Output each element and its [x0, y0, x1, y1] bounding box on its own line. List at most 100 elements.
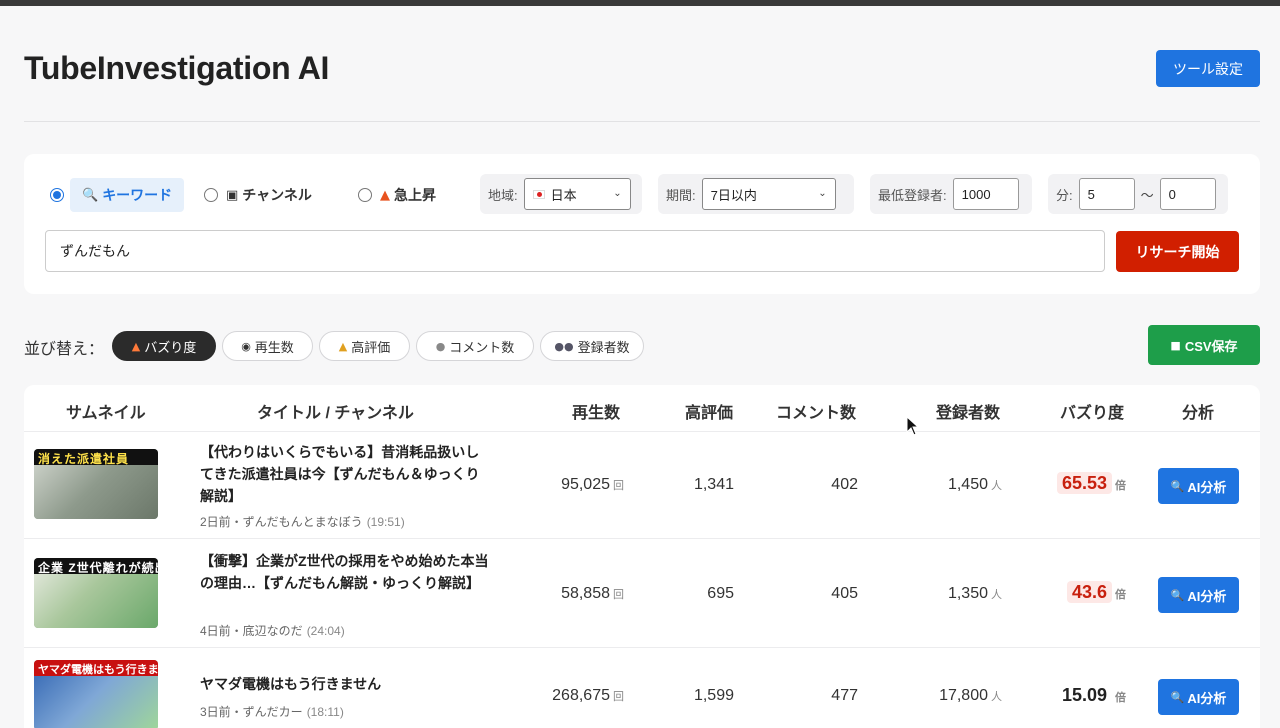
buzz-cell: 43.6 倍 — [1014, 581, 1126, 603]
ai-analyze-label: AI分析 — [1187, 479, 1227, 495]
fire-icon: ▲ — [131, 339, 141, 353]
header-views: 再生数 — [572, 405, 621, 422]
csv-save-button[interactable]: ■ CSV保存 — [1148, 325, 1260, 365]
likes-cell: 1,599 — [693, 687, 734, 704]
ai-analyze-label: AI分析 — [1187, 690, 1227, 706]
sort-likes-chip[interactable]: ▲ 高評価 — [319, 331, 410, 361]
window-top-bar — [0, 0, 1280, 6]
video-meta: 3日前・ずんだカー (18:11) — [200, 703, 344, 720]
magnifier-icon: 🔍 — [1170, 690, 1185, 704]
sort-comments-chip[interactable]: ● コメント数 — [416, 331, 534, 361]
mode-keyword-radio[interactable] — [50, 188, 64, 202]
video-meta: 4日前・底辺なのだ (24:04) — [200, 622, 345, 639]
subscribers-unit: 人 — [991, 480, 1002, 492]
mode-channel-text: チャンネル — [242, 187, 312, 203]
region-label: 地域: — [488, 187, 518, 203]
keyword-input[interactable] — [45, 230, 1105, 272]
sort-subscribers-label: 登録者数 — [577, 339, 630, 355]
sort-subscribers-chip[interactable]: ●● 登録者数 — [540, 331, 644, 361]
thumbnail-image — [34, 574, 158, 628]
video-title[interactable]: 【代わりはいくらでもいる】昔消耗品扱いしてきた派遣社員は今【ずんだもん＆ゆっくり… — [200, 441, 490, 507]
buzz-cell: 15.09 倍 — [1014, 685, 1126, 706]
ai-analyze-button[interactable]: 🔍 AI分析 — [1158, 679, 1239, 715]
subscribers-unit: 人 — [991, 691, 1002, 703]
mode-channel-label[interactable]: ▣ チャンネル — [224, 178, 324, 212]
mode-trending[interactable]: ▲ 急上昇 — [358, 178, 448, 212]
period-value: 7日以内 — [710, 187, 757, 203]
csv-save-label: CSV保存 — [1184, 338, 1238, 354]
video-thumbnail[interactable]: 企業 Z世代離れが続出 — [34, 558, 158, 628]
region-value: 日本 — [550, 187, 577, 203]
header-comments: コメント数 — [776, 405, 857, 422]
comments-cell: 402 — [831, 476, 858, 493]
period-select[interactable]: 7日以内 ⌄ — [701, 178, 836, 210]
subscribers-cell: 1,350 人 — [902, 585, 1002, 603]
minutes-to-input[interactable] — [1159, 178, 1216, 210]
results-table: サムネイル タイトル / チャンネル 再生数 高評価 コメント数 登録者数 バズ… — [24, 385, 1260, 728]
magnifier-icon: 🔍 — [82, 187, 99, 203]
header-likes: 高評価 — [685, 405, 734, 422]
subscribers-value: 1,450 — [947, 476, 988, 493]
minutes-label: 分: — [1056, 187, 1073, 203]
buzz-unit: 倍 — [1115, 589, 1126, 601]
title-divider — [24, 121, 1260, 122]
thumbs-up-icon: ▲ — [338, 339, 348, 353]
mode-trending-radio[interactable] — [358, 188, 372, 202]
row-divider — [24, 647, 1260, 648]
sort-buzz-chip[interactable]: ▲ バズり度 — [112, 331, 216, 361]
buzz-value: 43.6 — [1066, 581, 1112, 603]
mode-keyword[interactable]: 🔍 キーワード — [50, 178, 185, 212]
period-label: 期間: — [666, 187, 696, 203]
thumbnail-caption: ヤマダ電機はもう行きません — [38, 664, 158, 676]
video-meta-text: 3日前・ずんだカー — [200, 705, 303, 719]
eye-icon: ◉ — [241, 339, 251, 353]
video-thumbnail[interactable]: 消えた派遣社員 — [34, 449, 158, 519]
ai-analyze-button[interactable]: 🔍 AI分析 — [1158, 577, 1239, 613]
tool-settings-button[interactable]: ツール設定 — [1156, 50, 1260, 87]
mode-trending-label[interactable]: ▲ 急上昇 — [378, 178, 448, 212]
minutes-from-input[interactable] — [1078, 178, 1135, 210]
subscribers-cell: 17,800 人 — [902, 687, 1002, 705]
mode-channel-radio[interactable] — [204, 188, 218, 202]
views-value: 268,675 — [552, 687, 610, 704]
header-thumbnail: サムネイル — [66, 405, 146, 422]
region-select[interactable]: 日本 ⌄ — [523, 178, 631, 210]
mode-trending-text: 急上昇 — [394, 187, 436, 203]
mode-keyword-label[interactable]: 🔍 キーワード — [70, 178, 185, 212]
min-subscribers-input[interactable] — [952, 178, 1019, 210]
video-duration: (18:11) — [306, 705, 344, 719]
video-title[interactable]: ヤマダ電機はもう行きません — [200, 673, 490, 695]
views-cell: 268,675 回 — [524, 687, 624, 705]
header-analysis: 分析 — [1182, 405, 1215, 422]
app-title: TubeInvestigation AI — [24, 50, 330, 86]
header-subscribers: 登録者数 — [936, 405, 1001, 422]
fire-icon: ▲ — [380, 187, 390, 203]
views-value: 58,858 — [561, 585, 610, 602]
views-cell: 58,858 回 — [524, 585, 624, 603]
video-thumbnail[interactable]: ヤマダ電機はもう行きません — [34, 660, 158, 728]
sort-buzz-label: バズり度 — [144, 339, 197, 355]
mode-keyword-text: キーワード — [102, 187, 173, 203]
video-title[interactable]: 【衝撃】企業がZ世代の採用をやめ始めた本当の理由…【ずんだもん解説・ゆっくり解説… — [200, 550, 490, 594]
views-unit: 回 — [613, 589, 624, 601]
thumbnail-image — [34, 465, 158, 519]
search-panel: 🔍 キーワード ▣ チャンネル ▲ 急上昇 地域: 日本 ⌄ 期間: 7日以内 … — [24, 154, 1260, 294]
ai-analyze-button[interactable]: 🔍 AI分析 — [1158, 468, 1239, 504]
sort-label: 並び替え： — [24, 341, 105, 358]
row-divider — [24, 538, 1260, 539]
table-row: 企業 Z世代離れが続出 【衝撃】企業がZ世代の採用をやめ始めた本当の理由…【ずん… — [24, 540, 1260, 648]
buzz-value: 65.53 — [1056, 472, 1112, 494]
sort-likes-label: 高評価 — [351, 339, 391, 355]
video-meta: 2日前・ずんだもんとまなぼう (19:51) — [200, 513, 405, 530]
magnifier-icon: 🔍 — [1170, 588, 1185, 602]
video-meta-text: 4日前・底辺なのだ — [200, 624, 303, 638]
start-research-button[interactable]: リサーチ開始 — [1116, 231, 1239, 272]
mode-channel[interactable]: ▣ チャンネル — [204, 178, 324, 212]
buzz-unit: 倍 — [1115, 480, 1126, 492]
buzz-cell: 65.53 倍 — [1014, 472, 1126, 494]
subscribers-cell: 1,450 人 — [902, 476, 1002, 494]
subscribers-value: 17,800 — [939, 687, 988, 704]
sort-views-chip[interactable]: ◉ 再生数 — [222, 331, 313, 361]
header-title-channel: タイトル / チャンネル — [257, 405, 414, 422]
subscribers-unit: 人 — [991, 589, 1002, 601]
